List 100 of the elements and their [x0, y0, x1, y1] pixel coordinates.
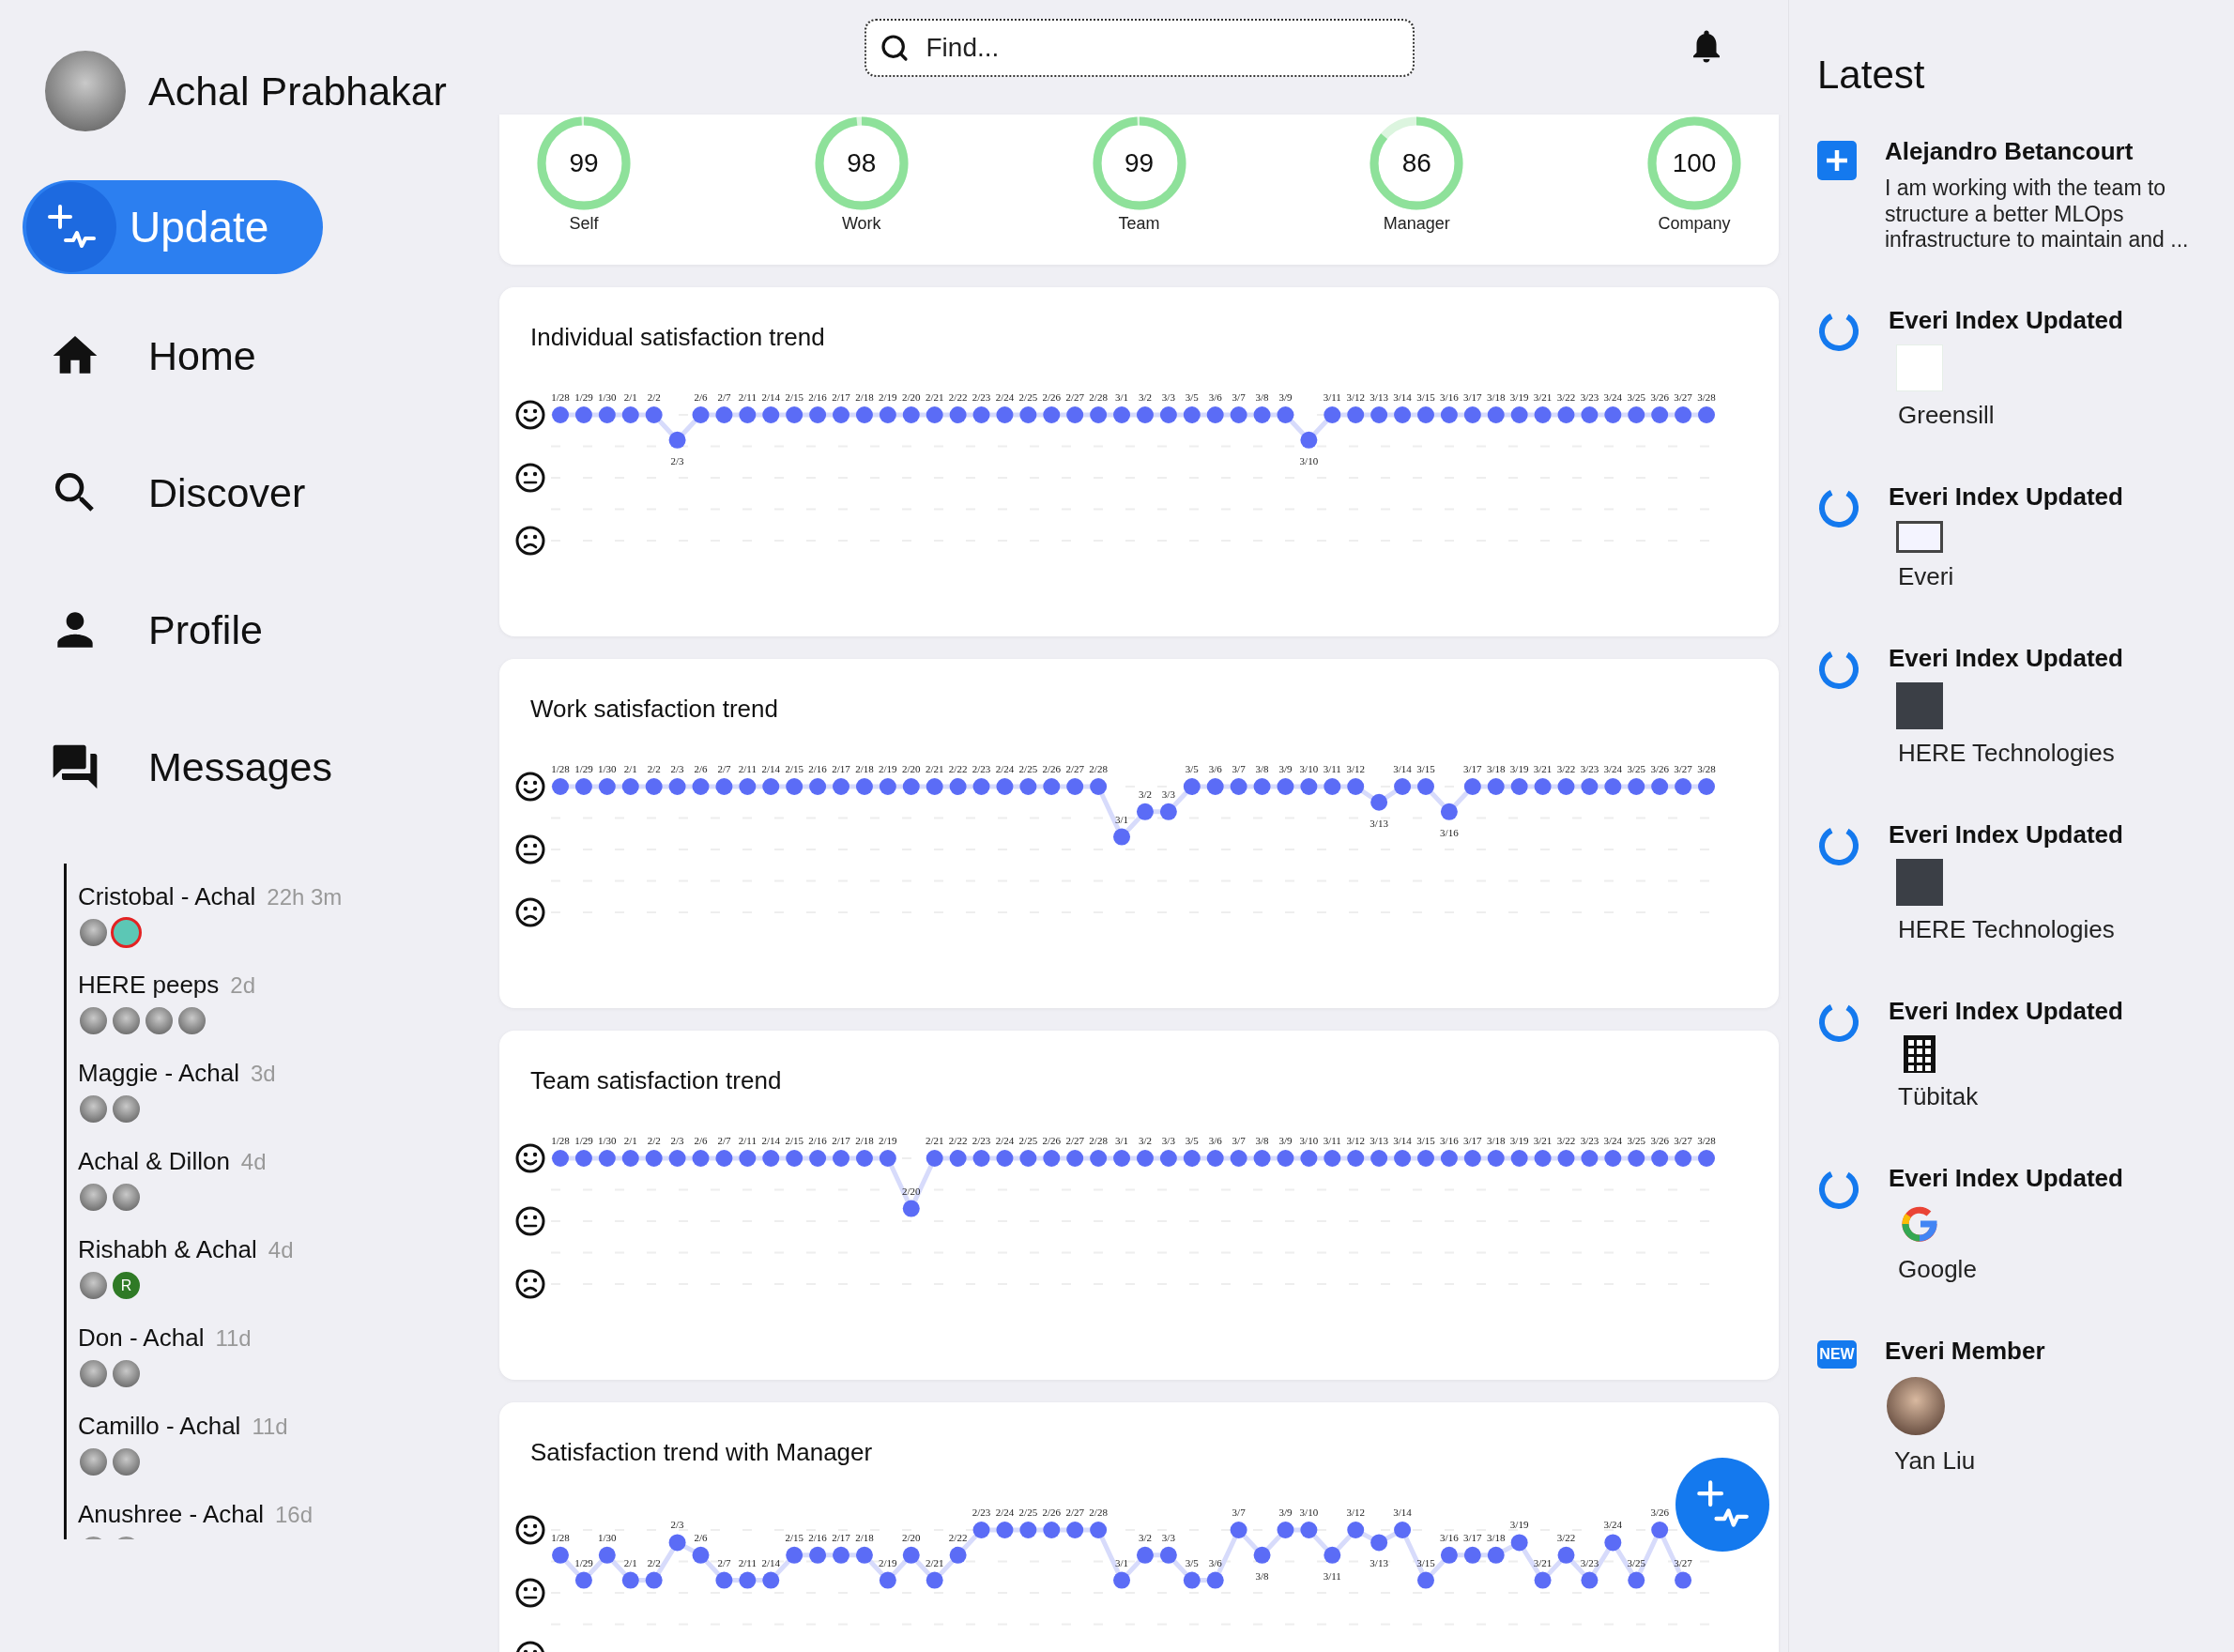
nav-item[interactable]: Messages [23, 698, 488, 835]
data-point [1136, 406, 1154, 423]
feed-title[interactable]: Alejandro Betancourt [1885, 137, 2223, 166]
data-point [1534, 1150, 1552, 1167]
company-name[interactable]: HERE Technologies [1889, 738, 2123, 768]
date-label: 3/24 [1603, 1135, 1623, 1146]
company-name[interactable]: Tübitak [1889, 1081, 2123, 1111]
date-label: 3/3 [1161, 1135, 1175, 1146]
date-label: 2/27 [1065, 763, 1084, 774]
data-point [1019, 1522, 1037, 1538]
data-point [715, 778, 733, 795]
date-label: 2/1 [623, 1135, 637, 1146]
date-label: 3/16 [1440, 1531, 1459, 1543]
conversation-name[interactable]: Rishabh & Achal [78, 1235, 257, 1264]
feed-title[interactable]: Everi Index Updated [1889, 305, 2123, 335]
date-label: 2/28 [1089, 1135, 1108, 1146]
data-point [762, 406, 780, 423]
search-field[interactable]: Find... [864, 19, 1415, 77]
date-label: 3/17 [1463, 1531, 1482, 1543]
data-point [1090, 778, 1108, 795]
date-label: 3/3 [1161, 1531, 1175, 1543]
date-label: 1/29 [574, 391, 593, 403]
company-name[interactable]: Yan Liu [1885, 1446, 2045, 1476]
date-label: 3/26 [1650, 763, 1669, 774]
conversation-name[interactable]: HERE peeps [78, 971, 220, 1000]
happy-face-icon [515, 1515, 545, 1545]
date-label: 3/19 [1509, 391, 1529, 403]
company-name[interactable]: Google [1889, 1254, 2123, 1284]
date-label: 2/11 [738, 1556, 757, 1568]
conversation-name[interactable]: Camillo - Achal [78, 1412, 241, 1441]
data-point [1628, 406, 1645, 423]
date-label: 2/3 [670, 763, 684, 774]
data-point [1628, 778, 1645, 795]
data-point [574, 1571, 592, 1589]
conversation-name[interactable]: Don - Achal [78, 1323, 205, 1353]
data-point [902, 406, 920, 423]
data-point [949, 1150, 967, 1167]
data-point [949, 1546, 967, 1564]
nav-item[interactable]: Discover [23, 424, 488, 561]
date-label: 2/24 [995, 391, 1015, 403]
data-point [879, 406, 896, 423]
company-name[interactable]: HERE Technologies [1889, 914, 2123, 944]
conversation-name[interactable]: Maggie - Achal [78, 1059, 239, 1088]
data-point [879, 1150, 896, 1167]
date-label: 3/9 [1278, 391, 1293, 403]
data-point [1440, 406, 1458, 423]
feed-title[interactable]: Everi Index Updated [1889, 482, 2123, 512]
date-label: 3/16 [1440, 391, 1459, 403]
company-name[interactable]: Greensill [1889, 400, 2123, 430]
date-label: 3/9 [1278, 1135, 1293, 1146]
date-label: 3/26 [1650, 1135, 1669, 1146]
date-label: 3/27 [1674, 391, 1692, 403]
date-label: 2/27 [1065, 1507, 1084, 1518]
nav-item[interactable]: Profile [23, 561, 488, 698]
data-point [1675, 778, 1692, 795]
conversation-name[interactable]: Anushree - Achal [78, 1500, 264, 1529]
date-label: 3/2 [1138, 391, 1152, 403]
date-label: 3/11 [1323, 1135, 1341, 1146]
feed-title[interactable]: Everi Index Updated [1889, 1163, 2123, 1193]
data-point [1230, 406, 1247, 423]
data-point [1113, 1571, 1131, 1589]
date-label: 2/2 [647, 1135, 661, 1146]
feed-title[interactable]: Everi Index Updated [1889, 819, 2123, 849]
neutral-face-icon [515, 463, 545, 493]
data-point [1675, 1150, 1692, 1167]
data-point [1066, 406, 1084, 423]
data-point [739, 406, 757, 423]
date-label: 1/30 [598, 1531, 617, 1543]
date-label: 2/16 [808, 1135, 827, 1146]
date-label: 3/1 [1115, 1135, 1129, 1146]
date-label: 2/2 [647, 391, 661, 403]
date-label: 2/27 [1065, 1135, 1084, 1146]
data-point [1253, 778, 1271, 795]
data-point [1675, 1571, 1692, 1589]
feed-title[interactable]: Everi Member [1885, 1336, 2045, 1366]
date-label: 2/20 [902, 1531, 921, 1543]
date-label: 3/12 [1346, 1135, 1365, 1146]
data-point [902, 1200, 920, 1217]
data-point [1370, 793, 1388, 811]
conversation-name[interactable]: Achal & Dillon [78, 1147, 230, 1176]
data-point [574, 778, 592, 795]
date-label: 3/5 [1185, 1556, 1199, 1568]
date-label: 2/19 [879, 391, 897, 403]
company-name[interactable]: Everi [1889, 561, 2123, 591]
data-point [972, 406, 990, 423]
date-label: 3/3 [1161, 391, 1175, 403]
date-label: 2/16 [808, 763, 827, 774]
search-icon [879, 33, 910, 63]
date-label: 3/18 [1486, 763, 1506, 774]
conversation-name[interactable]: Cristobal - Achal [78, 882, 256, 911]
feed-title[interactable]: Everi Index Updated [1889, 996, 2123, 1026]
data-point [809, 406, 827, 423]
data-point [645, 1150, 663, 1167]
feed-title[interactable]: Everi Index Updated [1889, 643, 2123, 673]
update-button[interactable]: Update [23, 180, 323, 274]
data-point [1675, 406, 1692, 423]
data-point [552, 1546, 569, 1564]
nav-item[interactable]: Home [23, 287, 488, 424]
date-label: 2/18 [855, 391, 874, 403]
date-label: 2/15 [785, 391, 803, 403]
